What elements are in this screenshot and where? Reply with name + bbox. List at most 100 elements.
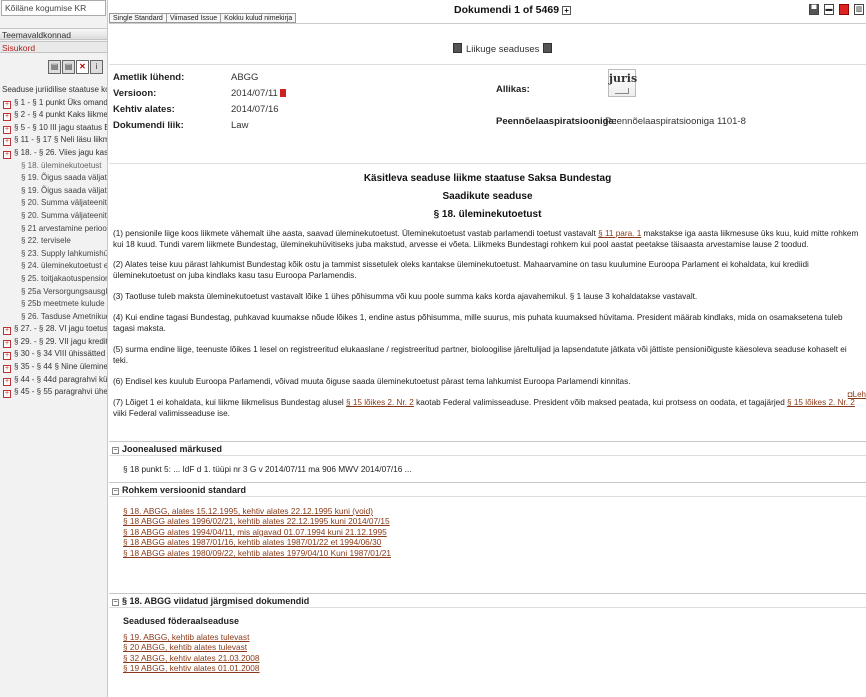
toc-item[interactable]: +§ 45 - § 55 paragrahvi üheteistku xyxy=(0,386,107,399)
toc-item[interactable]: +§ 11 - § 17 § Neli läsu liikmed ... xyxy=(0,134,107,147)
sidebar-tab-topics[interactable]: Teemavaldkonnad xyxy=(0,28,107,40)
page-link[interactable]: ◘Leh xyxy=(848,390,866,399)
link-section-15-a[interactable]: § 15 lõikes 2. Nr. 2 xyxy=(346,398,414,407)
sidebar: Kõiläne kogumise KR Teemavaldkonnad Sisu… xyxy=(0,0,108,697)
toc-item-label: § 29. - § 29. VII jagu krediteerim xyxy=(14,336,108,346)
save-icon[interactable]: ▀ xyxy=(809,4,819,15)
toc-item[interactable]: § 24. üleminekutoetust ellujäänu xyxy=(0,260,108,273)
pdf-icon[interactable] xyxy=(839,4,849,15)
document-counter-text: Dokumendi 1 of 5469 xyxy=(454,4,560,16)
expand-icon[interactable]: + xyxy=(3,113,11,122)
version-link[interactable]: § 18 ABGG alates 1994/04/11, mis algavad… xyxy=(123,527,866,537)
close-doc-icon[interactable]: ✕ xyxy=(76,60,89,74)
toc-item[interactable]: +§ 27. - § 28. VI jagu toetust kulu xyxy=(0,323,108,336)
versions-list: § 18. ABGG, alates 15.12.1995, kehtiv al… xyxy=(109,497,866,558)
related-doc-link[interactable]: § 19. ABGG, kehtib alates tulevast xyxy=(123,632,866,642)
sidebar-title-field[interactable]: Kõiläne kogumise KR xyxy=(1,0,106,16)
paragraph-7: (7) Lõiget 1 ei kohaldata, kui liikme li… xyxy=(113,398,855,418)
toc-item[interactable]: + § 30 - § 34 VIII ühissätted xyxy=(0,348,107,361)
layout-icon[interactable]: ▥ xyxy=(854,4,864,15)
expand-icon[interactable]: + xyxy=(3,327,11,336)
expand-icon[interactable]: + xyxy=(3,150,11,159)
toc-item[interactable]: § 21 arvestamine perioodid teiste xyxy=(0,223,107,236)
toc-item-label: § 18. - § 26. Viies jagu kasu end xyxy=(14,147,108,157)
tab-single-standard[interactable]: Single Standard xyxy=(109,13,167,23)
juris-logo-text: juris xyxy=(609,72,638,85)
toc-item[interactable]: § 25. toitjakaotuspensionid xyxy=(0,273,107,286)
view-tabs: Single Standard Viimased Issue Kokku kul… xyxy=(109,13,297,23)
toc-item-label: § 19. Õigus saada väljateenitud xyxy=(21,185,107,195)
toc-item[interactable]: § 19. Õigus saada väljateenitud xyxy=(0,172,107,185)
expand-icon[interactable]: + xyxy=(3,352,11,361)
paragraph-4: (4) Kui endine tagasi Bundestag, puhkava… xyxy=(113,313,843,333)
prev-square-icon[interactable] xyxy=(453,43,462,53)
link-section-11[interactable]: § 11 para. 1 xyxy=(598,229,641,238)
sidebar-tab-contents[interactable]: Sisukord xyxy=(0,41,107,53)
toc-item[interactable]: § 25a Versorgungsausgleich xyxy=(0,286,107,299)
expand-icon[interactable]: + xyxy=(3,339,11,348)
applicant-value: Peennõelaaspiratsiooniga 1101-8 xyxy=(605,116,746,127)
expand-icon[interactable]: + xyxy=(3,390,11,399)
toc-item[interactable]: § 26. Tasduse Ametnikud õiguse xyxy=(0,311,107,324)
toc-item[interactable]: +§ 1 - § 1 punkt Üks omandamist xyxy=(0,97,108,110)
related-header[interactable]: − § 18. ABGG viidatud järgmised dokumendi… xyxy=(109,594,866,608)
toc-item[interactable]: +§ 35 - § 44 § Nine üleminekukor xyxy=(0,361,107,374)
toc-item[interactable]: § 18. üleminekutoetust xyxy=(0,160,107,173)
pdf-icon[interactable] xyxy=(279,89,286,97)
meta-version-text: 2014/07/11 xyxy=(231,88,278,99)
heading-line-1: Käsitleva seaduse liikme staatuse Saksa … xyxy=(363,173,612,184)
toc-item[interactable]: § 20. Summa väljateenitud aast xyxy=(0,197,107,210)
toc-item[interactable]: +§ 2 - § 4 punkt Kaks liikmete Bur xyxy=(0,109,107,122)
link-section-15-b[interactable]: § 15 lõikes 2. Nr. 2 xyxy=(787,398,855,407)
expand-icon[interactable]: + xyxy=(3,377,11,386)
paragraph-1: (1) pensionile liige koos liikmete vähem… xyxy=(113,229,859,249)
navigate-law-label[interactable]: Liikuge seaduses xyxy=(466,44,539,55)
versions-section: − Rohkem versioonid standard § 18. ABGG, … xyxy=(109,482,866,558)
version-link[interactable]: § 18 ABGG alates 1987/01/16, kehtib alat… xyxy=(123,537,866,547)
tab-latest-issue[interactable]: Viimased Issue xyxy=(165,13,222,23)
print-icon[interactable]: ▬ xyxy=(824,4,834,15)
toc-item[interactable]: § 22. tervisele xyxy=(0,235,107,248)
toc-item[interactable]: § 19. Õigus saada väljateenitud xyxy=(0,185,107,198)
version-link[interactable]: § 18 ABGG alates 1996/02/21, kehtib alat… xyxy=(123,516,866,526)
expand-icon[interactable]: + xyxy=(3,100,11,109)
toc-item-label: § 44 - § 44d paragrahvi kümnes l xyxy=(14,374,108,384)
versions-header[interactable]: − Rohkem versioonid standard xyxy=(109,483,866,497)
toc-item[interactable]: § 20. Summa väljateenitud aast xyxy=(0,210,107,223)
collapse-icon[interactable]: − xyxy=(112,488,119,495)
footnotes-header[interactable]: − Joonealused märkused xyxy=(109,442,866,456)
version-link[interactable]: § 18. ABGG, alates 15.12.1995, kehtiv al… xyxy=(123,506,866,516)
toc-item[interactable]: § 23. Supply lahkumishüvitist xyxy=(0,248,107,261)
toc-item-label: § 24. üleminekutoetust ellujäänu xyxy=(21,261,108,271)
related-section: − § 18. ABGG viidatud järgmised dokumendi… xyxy=(109,593,866,674)
expand-icon[interactable]: + xyxy=(3,138,11,147)
related-doc-link[interactable]: § 32 ABGG, kehtiv alates 21.03.2008 xyxy=(123,653,866,663)
next-document-icon[interactable]: + xyxy=(562,6,572,15)
doc-icon[interactable]: ▤ xyxy=(48,60,61,74)
toc-item[interactable]: +§ 18. - § 26. Viies jagu kasu end xyxy=(0,147,108,160)
collapse-icon[interactable]: − xyxy=(112,599,119,606)
doc-icon[interactable]: ▤ xyxy=(62,60,75,74)
next-square-icon[interactable] xyxy=(543,43,553,53)
toc-item[interactable]: Seaduse juriidilise staatuse kohal Saks xyxy=(0,84,107,97)
toc-item-label: § 1 - § 1 punkt Üks omandamist xyxy=(14,97,108,107)
related-doc-link[interactable]: § 19 ABGG, kehtiv alates 01.01.2008 xyxy=(123,663,866,673)
version-link[interactable]: § 18 ABGG alates 1980/09/22, kehtib alat… xyxy=(123,548,866,558)
expand-icon[interactable]: + xyxy=(3,365,11,374)
expand-icon[interactable]: + xyxy=(3,125,11,134)
toc-item[interactable]: +§ 5 - § 10 III jagu staatus Bunde xyxy=(0,122,107,135)
related-doc-link[interactable]: § 20 ABGG, kehtib alates tulevast xyxy=(123,642,866,652)
info-icon[interactable]: i xyxy=(90,60,103,74)
toc-item-label: § 27. - § 28. VI jagu toetust kulu xyxy=(14,324,108,334)
toc-item[interactable]: +§ 44 - § 44d paragrahvi kümnes l xyxy=(0,374,108,387)
toc-item[interactable]: § 25b meetmete kulude hoidmin xyxy=(0,298,107,311)
tab-total-costs-list[interactable]: Kokku kulud nimekirja xyxy=(220,13,297,23)
toc-item-label: § 20. Summa väljateenitud aast xyxy=(21,210,107,220)
meta-value-doc-type: Law xyxy=(231,120,249,131)
meta-value-valid-from: 2014/07/16 xyxy=(231,104,279,115)
toc-item[interactable]: +§ 29. - § 29. VII jagu krediteerim xyxy=(0,336,108,349)
document-counter: Dokumendi 1 of 5469 + xyxy=(454,4,572,16)
collapse-icon[interactable]: − xyxy=(112,447,119,454)
meta-value-version: 2014/07/11 xyxy=(231,88,286,99)
toc-item-label: § 18. üleminekutoetust xyxy=(21,160,102,170)
